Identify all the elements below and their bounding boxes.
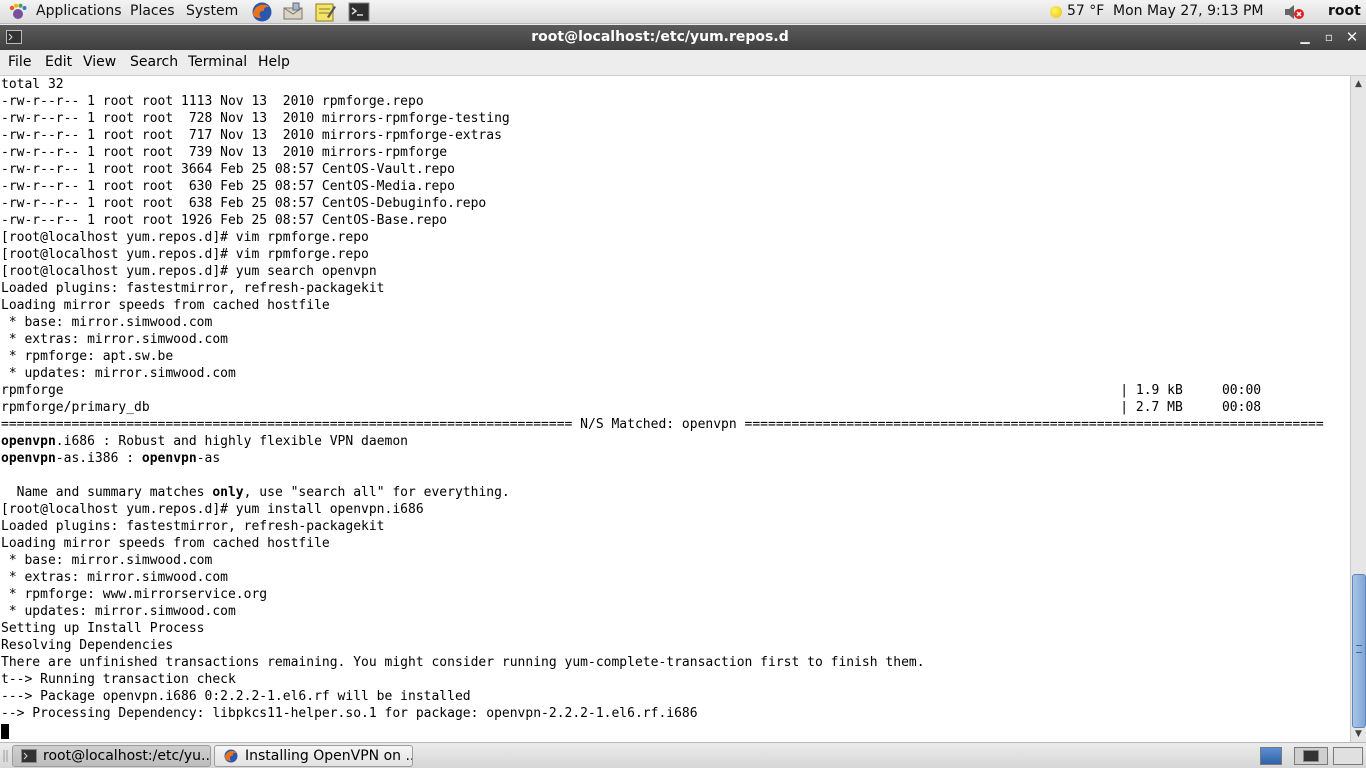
terminal-line: * rpmforge: apt.sw.be bbox=[1, 349, 174, 364]
terminal-line: [root@localhost yum.repos.d]# yum search… bbox=[1, 264, 377, 279]
terminal-line: -rw-r--r-- 1 root root 638 Feb 25 08:57 … bbox=[1, 196, 487, 211]
terminal-line: -rw-r--r-- 1 root root 1113 Nov 13 2010 … bbox=[1, 94, 424, 109]
terminal-output[interactable]: total 32 -rw-r--r-- 1 root root 1113 Nov … bbox=[0, 76, 1350, 742]
window-titlebar[interactable]: root@localhost:/etc/yum.repos.d ▁ ▫ ✕ bbox=[0, 25, 1366, 50]
terminal-line: ========================================… bbox=[1, 417, 1324, 432]
terminal-line: * rpmforge: www.mirrorservice.org bbox=[1, 587, 268, 602]
terminal-line-segment: only bbox=[212, 485, 244, 500]
window-title: root@localhost:/etc/yum.repos.d bbox=[531, 29, 789, 45]
taskbar-item-firefox[interactable]: Installing OpenVPN on ... bbox=[214, 745, 413, 767]
terminal-line: openvpn.i686 : Robust and highly flexibl… bbox=[1, 433, 1324, 450]
terminal-line: Setting up Install Process bbox=[1, 621, 205, 636]
weather-temperature[interactable]: 57 °F bbox=[1067, 3, 1104, 19]
terminal-line-segment: -as bbox=[196, 451, 221, 466]
workspace-3[interactable] bbox=[1333, 747, 1363, 765]
terminal-line: -rw-r--r-- 1 root root 630 Feb 25 08:57 … bbox=[1, 179, 455, 194]
close-button[interactable]: ✕ bbox=[1343, 28, 1361, 46]
menu-view[interactable]: View bbox=[83, 54, 116, 70]
scroll-thumb[interactable] bbox=[1352, 574, 1366, 728]
terminal-icon[interactable] bbox=[347, 1, 371, 23]
terminal-line: -rw-r--r-- 1 root root 728 Nov 13 2010 m… bbox=[1, 111, 510, 126]
show-desktop-handle-icon[interactable] bbox=[2, 749, 10, 763]
scroll-up-arrow-icon[interactable]: ▲ bbox=[1351, 76, 1366, 92]
top-panel: Applications Places System 57 °F Mon May… bbox=[0, 0, 1366, 24]
menu-search[interactable]: Search bbox=[130, 54, 178, 70]
places-menu[interactable]: Places bbox=[130, 3, 175, 19]
terminal-line: There are unfinished transactions remain… bbox=[1, 655, 925, 670]
terminal-line-segment: openvpn bbox=[1, 434, 56, 449]
terminal-line: rpmforge | 1.9 kB 00:00 bbox=[1, 383, 1262, 398]
terminal-line: * extras: mirror.simwood.com bbox=[1, 570, 228, 585]
firefox-icon[interactable] bbox=[250, 1, 274, 23]
terminal-line: rpmforge/primary_db | 2.7 MB 00:08 bbox=[1, 400, 1262, 415]
user-menu[interactable]: root bbox=[1328, 3, 1361, 19]
menu-terminal[interactable]: Terminal bbox=[188, 54, 247, 70]
terminal-line: Loading mirror speeds from cached hostfi… bbox=[1, 298, 330, 313]
terminal-line: * base: mirror.simwood.com bbox=[1, 553, 213, 568]
terminal-line: total 32 bbox=[1, 77, 64, 92]
menu-help[interactable]: Help bbox=[258, 54, 290, 70]
terminal-line: --> Processing Dependency: libpkcs11-hel… bbox=[1, 706, 698, 721]
weather-sun-icon[interactable] bbox=[1050, 6, 1062, 18]
clock[interactable]: Mon May 27, 9:13 PM bbox=[1113, 3, 1264, 19]
terminal-line: * updates: mirror.simwood.com bbox=[1, 366, 236, 381]
gnome-foot-icon[interactable] bbox=[8, 3, 28, 21]
terminal-menubar: File Edit View Search Terminal Help bbox=[0, 50, 1366, 76]
terminal-line-segment: openvpn bbox=[1, 451, 56, 466]
minimize-button[interactable]: ▁ bbox=[1296, 28, 1314, 46]
taskbar-item-label: root@localhost:/etc/yu... bbox=[43, 748, 211, 764]
text-cursor bbox=[1, 724, 9, 739]
terminal-lines: total 32 -rw-r--r-- 1 root root 1113 Nov … bbox=[1, 76, 1324, 722]
text-editor-icon[interactable] bbox=[313, 1, 337, 23]
terminal-line: [root@localhost yum.repos.d]# yum instal… bbox=[1, 502, 424, 517]
terminal-line-segment: , use "search all" for everything. bbox=[243, 485, 510, 500]
terminal-line: * updates: mirror.simwood.com bbox=[1, 604, 236, 619]
terminal-line: -rw-r--r-- 1 root root 1926 Feb 25 08:57… bbox=[1, 213, 448, 228]
terminal-line: -rw-r--r-- 1 root root 717 Nov 13 2010 m… bbox=[1, 128, 502, 143]
terminal-line: Loaded plugins: fastestmirror, refresh-p… bbox=[1, 519, 385, 534]
terminal-scrollbar[interactable]: ▲ ▼ bbox=[1350, 76, 1366, 742]
taskbar-item-label: Installing OpenVPN on ... bbox=[245, 748, 413, 764]
workspace-2[interactable] bbox=[1294, 747, 1328, 765]
terminal-line: * extras: mirror.simwood.com bbox=[1, 332, 228, 347]
terminal-line: -rw-r--r-- 1 root root 739 Nov 13 2010 m… bbox=[1, 145, 448, 160]
terminal-line-segment: .i686 : Robust and highly flexible VPN d… bbox=[55, 434, 408, 449]
system-menu[interactable]: System bbox=[186, 3, 238, 19]
terminal-line-segment: Name and summary matches bbox=[1, 485, 213, 500]
terminal-line-segment: -as.i386 : bbox=[55, 451, 142, 466]
terminal-line: openvpn-as.i386 : openvpn-as bbox=[1, 450, 1324, 467]
terminal-line: -rw-r--r-- 1 root root 3664 Feb 25 08:57… bbox=[1, 162, 455, 177]
maximize-button[interactable]: ▫ bbox=[1320, 28, 1338, 46]
menu-file[interactable]: File bbox=[8, 54, 31, 70]
workspace-1[interactable] bbox=[1260, 747, 1282, 765]
mail-client-icon[interactable] bbox=[281, 1, 305, 23]
terminal-icon bbox=[21, 749, 37, 763]
terminal-line: [root@localhost yum.repos.d]# vim rpmfor… bbox=[1, 230, 369, 245]
scroll-down-arrow-icon[interactable]: ▼ bbox=[1351, 726, 1366, 742]
applications-menu[interactable]: Applications bbox=[36, 3, 122, 19]
terminal-line: [root@localhost yum.repos.d]# vim rpmfor… bbox=[1, 247, 369, 262]
firefox-icon bbox=[224, 749, 238, 763]
terminal-line: t--> Running transaction check bbox=[1, 672, 236, 687]
taskbar-item-terminal[interactable]: root@localhost:/etc/yu... bbox=[12, 745, 211, 767]
scroll-grip-icon bbox=[1356, 645, 1362, 653]
terminal-line: Loading mirror speeds from cached hostfi… bbox=[1, 536, 330, 551]
terminal-line: Name and summary matches only, use "sear… bbox=[1, 484, 1324, 501]
menu-edit[interactable]: Edit bbox=[45, 54, 72, 70]
terminal-line: Resolving Dependencies bbox=[1, 638, 174, 653]
terminal-line: * base: mirror.simwood.com bbox=[1, 315, 213, 330]
bottom-panel: root@localhost:/etc/yu... Installing Ope… bbox=[0, 742, 1366, 768]
terminal-line: ---> Package openvpn.i686 0:2.2.2-1.el6.… bbox=[1, 689, 471, 704]
terminal-line: Loaded plugins: fastestmirror, refresh-p… bbox=[1, 281, 385, 296]
terminal-icon bbox=[1303, 750, 1319, 762]
volume-muted-icon[interactable] bbox=[1282, 2, 1306, 22]
terminal-line-segment: openvpn bbox=[141, 451, 197, 466]
